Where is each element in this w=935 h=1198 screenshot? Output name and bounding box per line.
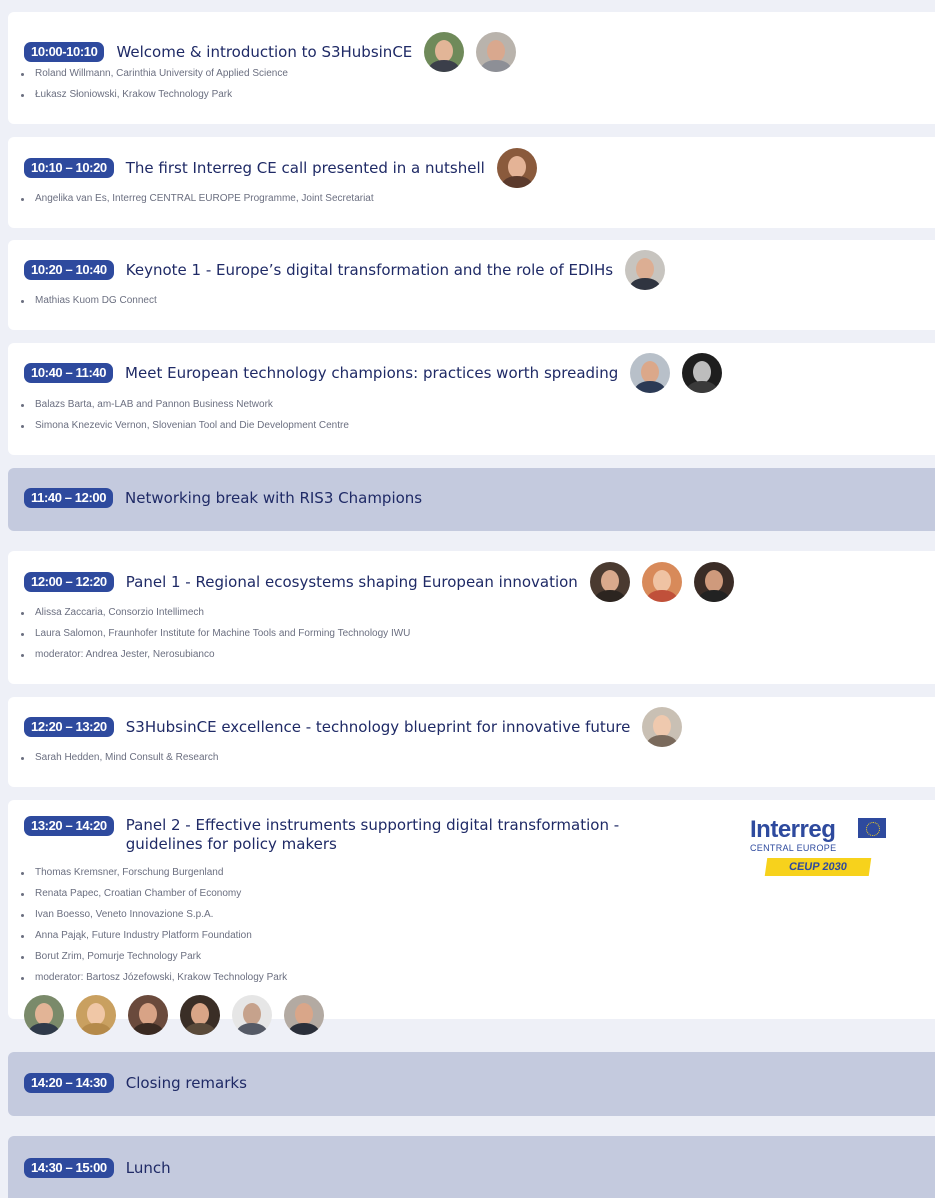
speaker-item: Simona Knezevic Vernon, Slovenian Tool a…: [19, 415, 349, 436]
speaker-item: moderator: Bartosz Józefowski, Krakow Te…: [19, 967, 287, 988]
session-time: 10:00-10:10: [24, 42, 105, 62]
session-title: Panel 1 - Regional ecosystems shaping Eu…: [125, 572, 578, 591]
session-time: 11:40 – 12:00: [24, 488, 114, 508]
session-card: 10:00-10:10 Welcome & introduction to S3…: [8, 12, 935, 124]
speaker-avatar: [496, 148, 537, 188]
speaker-item: Alissa Zaccaria, Consorzio Intellimech: [19, 602, 410, 623]
speaker-item: Balazs Barta, am-LAB and Pannon Business…: [19, 394, 349, 415]
speaker-avatar: [76, 995, 116, 1035]
break-card: 14:20 – 14:30 Closing remarks: [8, 1052, 935, 1116]
session-title: Keynote 1 - Europe’s digital transformat…: [125, 260, 614, 279]
session-card: 12:20 – 13:20 S3HubsinCE excellence - te…: [8, 697, 935, 787]
speaker-avatar: [424, 32, 465, 72]
speaker-item: Sarah Hedden, Mind Consult & Research: [19, 747, 218, 768]
session-title: The first Interreg CE call presented in …: [125, 158, 485, 177]
speaker-item: Roland Willmann, Carinthia University of…: [19, 63, 288, 84]
speaker-item: Ivan Boesso, Veneto Innovazione S.p.A.: [19, 904, 287, 925]
session-title: S3HubsinCE excellence - technology bluep…: [125, 717, 631, 736]
speaker-avatar: [180, 995, 220, 1035]
interreg-logo: Interreg CENTRAL EUROPE CEUP 2030: [750, 816, 890, 878]
session-title: Welcome & introduction to S3HubsinCE: [116, 42, 413, 61]
speaker-avatar: [284, 995, 324, 1035]
session-card: 10:40 – 11:40 Meet European technology c…: [8, 343, 935, 455]
session-card: 10:20 – 10:40 Keynote 1 - Europe’s digit…: [8, 240, 935, 330]
session-time: 13:20 – 14:20: [24, 816, 114, 836]
speaker-item: Mathias Kuom DG Connect: [19, 290, 157, 311]
session-time: 14:20 – 14:30: [24, 1073, 114, 1093]
speaker-avatar: [630, 353, 671, 393]
session-time: 10:10 – 10:20: [24, 158, 114, 178]
speaker-item: Laura Salomon, Fraunhofer Institute for …: [19, 623, 410, 644]
logo-tag: CEUP 2030: [764, 858, 872, 876]
session-card: 10:10 – 10:20 The first Interreg CE call…: [8, 137, 935, 228]
speaker-avatar: [232, 995, 272, 1035]
session-title: Meet European technology champions: prac…: [125, 363, 619, 382]
session-time: 14:30 – 15:00: [24, 1158, 114, 1178]
speaker-avatar: [682, 353, 723, 393]
speaker-avatar: [693, 562, 734, 602]
logo-program: CENTRAL EUROPE: [750, 843, 837, 853]
speaker-item: moderator: Andrea Jester, Nerosubianco: [19, 644, 410, 665]
session-time: 10:40 – 11:40: [24, 363, 114, 383]
break-card: 11:40 – 12:00 Networking break with RIS3…: [8, 468, 935, 531]
session-time: 12:20 – 13:20: [24, 717, 114, 737]
speaker-avatar: [24, 995, 64, 1035]
speaker-item: Thomas Kremsner, Forschung Burgenland: [19, 862, 287, 883]
break-card: 14:30 – 15:00 Lunch: [8, 1136, 935, 1198]
speaker-item: Renata Papec, Croatian Chamber of Econom…: [19, 883, 287, 904]
speaker-avatar: [641, 562, 682, 602]
speaker-avatar: [625, 250, 666, 290]
speaker-avatar: [128, 995, 168, 1035]
speaker-avatar: [642, 707, 683, 747]
session-title: Panel 2 - Effective instruments supporti…: [125, 816, 620, 853]
speaker-avatar: [476, 32, 517, 72]
session-card: 12:00 – 12:20 Panel 1 - Regional ecosyst…: [8, 551, 935, 684]
session-time: 12:00 – 12:20: [24, 572, 114, 592]
session-card: 13:20 – 14:20 Panel 2 - Effective instru…: [8, 800, 935, 1035]
session-title: Closing remarks: [125, 1073, 247, 1092]
logo-brand: Interreg: [750, 816, 836, 843]
session-title: Networking break with RIS3 Champions: [125, 488, 423, 507]
speaker-avatar: [589, 562, 630, 602]
speaker-item: Łukasz Słoniowski, Krakow Technology Par…: [19, 84, 288, 105]
eu-flag-icon: [858, 818, 886, 838]
session-title: Lunch: [125, 1158, 171, 1177]
speaker-item: Borut Zrim, Pomurje Technology Park: [19, 946, 287, 967]
session-time: 10:20 – 10:40: [24, 260, 114, 280]
speaker-item: Anna Pająk, Future Industry Platform Fou…: [19, 925, 287, 946]
speaker-item: Angelika van Es, Interreg CENTRAL EUROPE…: [19, 188, 374, 209]
